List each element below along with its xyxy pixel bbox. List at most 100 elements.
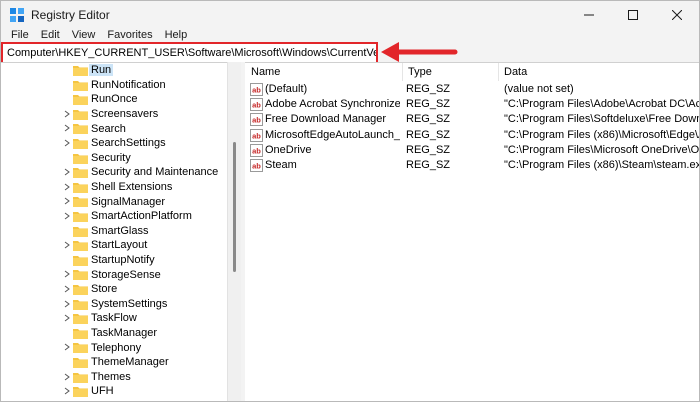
folder-icon xyxy=(73,255,88,266)
folder-icon xyxy=(73,66,88,76)
value-row[interactable]: ab MicrosoftEdgeAutoLaunch_C... REG_SZ "C:\… xyxy=(245,128,700,143)
chevron-right-icon[interactable] xyxy=(63,387,71,395)
tree-scrollbar[interactable] xyxy=(227,62,241,401)
tree-item[interactable]: Security and Maintenance xyxy=(1,165,227,180)
value-data: "C:\Program Files (x86)\Microsoft\Edge\A… xyxy=(504,128,700,141)
menu-help[interactable]: Help xyxy=(159,29,194,41)
tree-item[interactable]: SearchSettings xyxy=(1,136,227,151)
chevron-right-icon[interactable] xyxy=(63,212,71,220)
minimize-icon xyxy=(584,14,594,16)
minimize-button[interactable] xyxy=(567,1,611,29)
tree-item[interactable]: RunNotification xyxy=(1,78,227,93)
tree-item[interactable]: Run xyxy=(1,63,227,78)
chevron-right-icon[interactable] xyxy=(63,285,71,293)
folder-icon xyxy=(73,197,88,208)
tree-item[interactable]: Search xyxy=(1,121,227,136)
tree-item[interactable]: TaskFlow xyxy=(1,311,227,326)
address-bar[interactable]: Computer\HKEY_CURRENT_USER\Software\Micr… xyxy=(1,42,378,64)
tree-item[interactable]: Screensavers xyxy=(1,107,227,122)
folder-icon xyxy=(73,109,88,120)
string-value-icon: ab xyxy=(250,128,263,142)
value-data: "C:\Program Files (x86)\Steam\steam.exe"… xyxy=(504,159,700,171)
value-name: MicrosoftEdgeAutoLaunch_C... xyxy=(265,128,400,141)
chevron-right-icon[interactable] xyxy=(63,197,71,205)
tree-item[interactable]: StorageSense xyxy=(1,267,227,282)
svg-text:ab: ab xyxy=(252,162,261,171)
value-name: Free Download Manager xyxy=(265,113,387,126)
string-value-icon: ab xyxy=(250,113,263,127)
folder-icon xyxy=(73,80,88,91)
chevron-right-icon[interactable] xyxy=(63,314,71,322)
string-value-icon: ab xyxy=(250,143,263,157)
tree-item[interactable]: Store xyxy=(1,282,227,297)
tree-item-label: SmartActionPlatform xyxy=(91,210,192,223)
folder-icon xyxy=(73,299,88,310)
tree-item[interactable]: ThemeManager xyxy=(1,355,227,370)
value-type: REG_SZ xyxy=(406,83,451,95)
tree-item[interactable]: RunOnce xyxy=(1,92,227,107)
string-value-icon: ab xyxy=(250,83,263,96)
value-row[interactable]: ab Steam REG_SZ "C:\Program Files (x86)\Ste… xyxy=(245,158,700,173)
tree-item[interactable]: Telephony xyxy=(1,340,227,355)
folder-icon xyxy=(73,241,88,252)
chevron-right-icon[interactable] xyxy=(63,110,71,118)
value-row[interactable]: ab OneDrive REG_SZ "C:\Program Files\Micros… xyxy=(245,143,700,158)
chevron-right-icon[interactable] xyxy=(63,343,71,351)
registry-editor-app-icon xyxy=(10,8,24,22)
folder-icon xyxy=(73,139,88,149)
value-data: "C:\Program Files\Microsoft OneDrive\One… xyxy=(504,143,700,156)
tree-item-label: SearchSettings xyxy=(91,137,166,150)
key-tree-pane[interactable]: Run RunNotification RunOnce Screensavers Sea… xyxy=(1,62,241,401)
values-list-pane[interactable]: Name Type Data ab (Default) REG_SZ (value n… xyxy=(245,62,700,401)
menu-favorites[interactable]: Favorites xyxy=(101,29,158,41)
maximize-button[interactable] xyxy=(611,1,655,29)
folder-icon xyxy=(73,343,88,354)
column-header-data[interactable]: Data xyxy=(498,63,699,81)
value-row[interactable]: ab (Default) REG_SZ (value not set) xyxy=(245,82,699,97)
chevron-right-icon[interactable] xyxy=(63,124,71,132)
value-row[interactable]: ab Adobe Acrobat Synchronizer REG_SZ "C:\Pr… xyxy=(245,97,700,112)
chevron-right-icon[interactable] xyxy=(63,270,71,278)
menu-view[interactable]: View xyxy=(66,29,102,41)
folder-icon xyxy=(73,285,88,295)
folder-icon xyxy=(73,182,88,193)
value-row[interactable]: ab Free Download Manager REG_SZ "C:\Program… xyxy=(245,112,700,127)
value-data: "C:\Program Files\Adobe\Acrobat DC\Acrob… xyxy=(504,98,700,111)
chevron-right-icon[interactable] xyxy=(63,300,71,308)
chevron-right-icon[interactable] xyxy=(63,183,71,191)
menu-file[interactable]: File xyxy=(5,29,35,41)
tree-item[interactable]: SignalManager xyxy=(1,194,227,209)
chevron-right-icon[interactable] xyxy=(63,139,71,147)
close-button[interactable] xyxy=(655,1,699,29)
tree-item-label: StartupNotify xyxy=(91,254,155,267)
tree-item[interactable]: SmartGlass xyxy=(1,224,227,239)
tree-item-label: Telephony xyxy=(91,341,142,354)
tree-item[interactable]: StartupNotify xyxy=(1,253,227,268)
tree-item-label: Screensavers xyxy=(91,108,159,121)
folder-icon xyxy=(73,372,88,383)
svg-text:ab: ab xyxy=(252,116,261,125)
chevron-right-icon[interactable] xyxy=(63,241,71,249)
tree-item[interactable]: Themes xyxy=(1,370,227,385)
folder-icon xyxy=(73,95,88,106)
column-header-name[interactable]: Name xyxy=(245,63,402,81)
tree-item[interactable]: SmartActionPlatform xyxy=(1,209,227,224)
folder-icon xyxy=(73,168,88,179)
tree-item[interactable]: StartLayout xyxy=(1,238,227,253)
tree-item-label: Security xyxy=(91,151,131,164)
tree-item[interactable]: TaskManager xyxy=(1,326,227,341)
menu-edit[interactable]: Edit xyxy=(35,29,66,41)
column-header-type[interactable]: Type xyxy=(402,63,498,81)
tree-item[interactable]: UFH xyxy=(1,384,227,399)
chevron-right-icon[interactable] xyxy=(63,373,71,381)
tree-item[interactable]: Shell Extensions xyxy=(1,180,227,195)
tree-scrollbar-thumb[interactable] xyxy=(233,142,236,272)
maximize-icon xyxy=(628,10,638,20)
svg-text:ab: ab xyxy=(252,131,261,140)
folder-icon xyxy=(73,212,88,222)
tree-item[interactable]: SystemSettings xyxy=(1,297,227,312)
chevron-right-icon[interactable] xyxy=(63,168,71,176)
title-bar: Registry Editor xyxy=(1,1,699,29)
tree-item[interactable]: Security xyxy=(1,151,227,166)
value-data: "C:\Program Files\Softdeluxe\Free Downlo… xyxy=(504,113,700,126)
